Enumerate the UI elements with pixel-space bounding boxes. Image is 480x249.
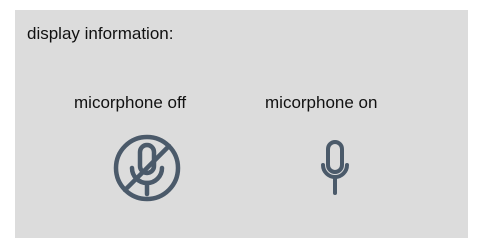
display-information-panel: display information: micorphone off mico… [15, 10, 468, 238]
panel-heading: display information: [27, 24, 174, 43]
microphone-off-label: micorphone off [74, 93, 187, 112]
microphone-icon [321, 140, 349, 195]
microphone-off-icon [113, 134, 181, 202]
microphone-on-label: micorphone on [265, 93, 378, 112]
